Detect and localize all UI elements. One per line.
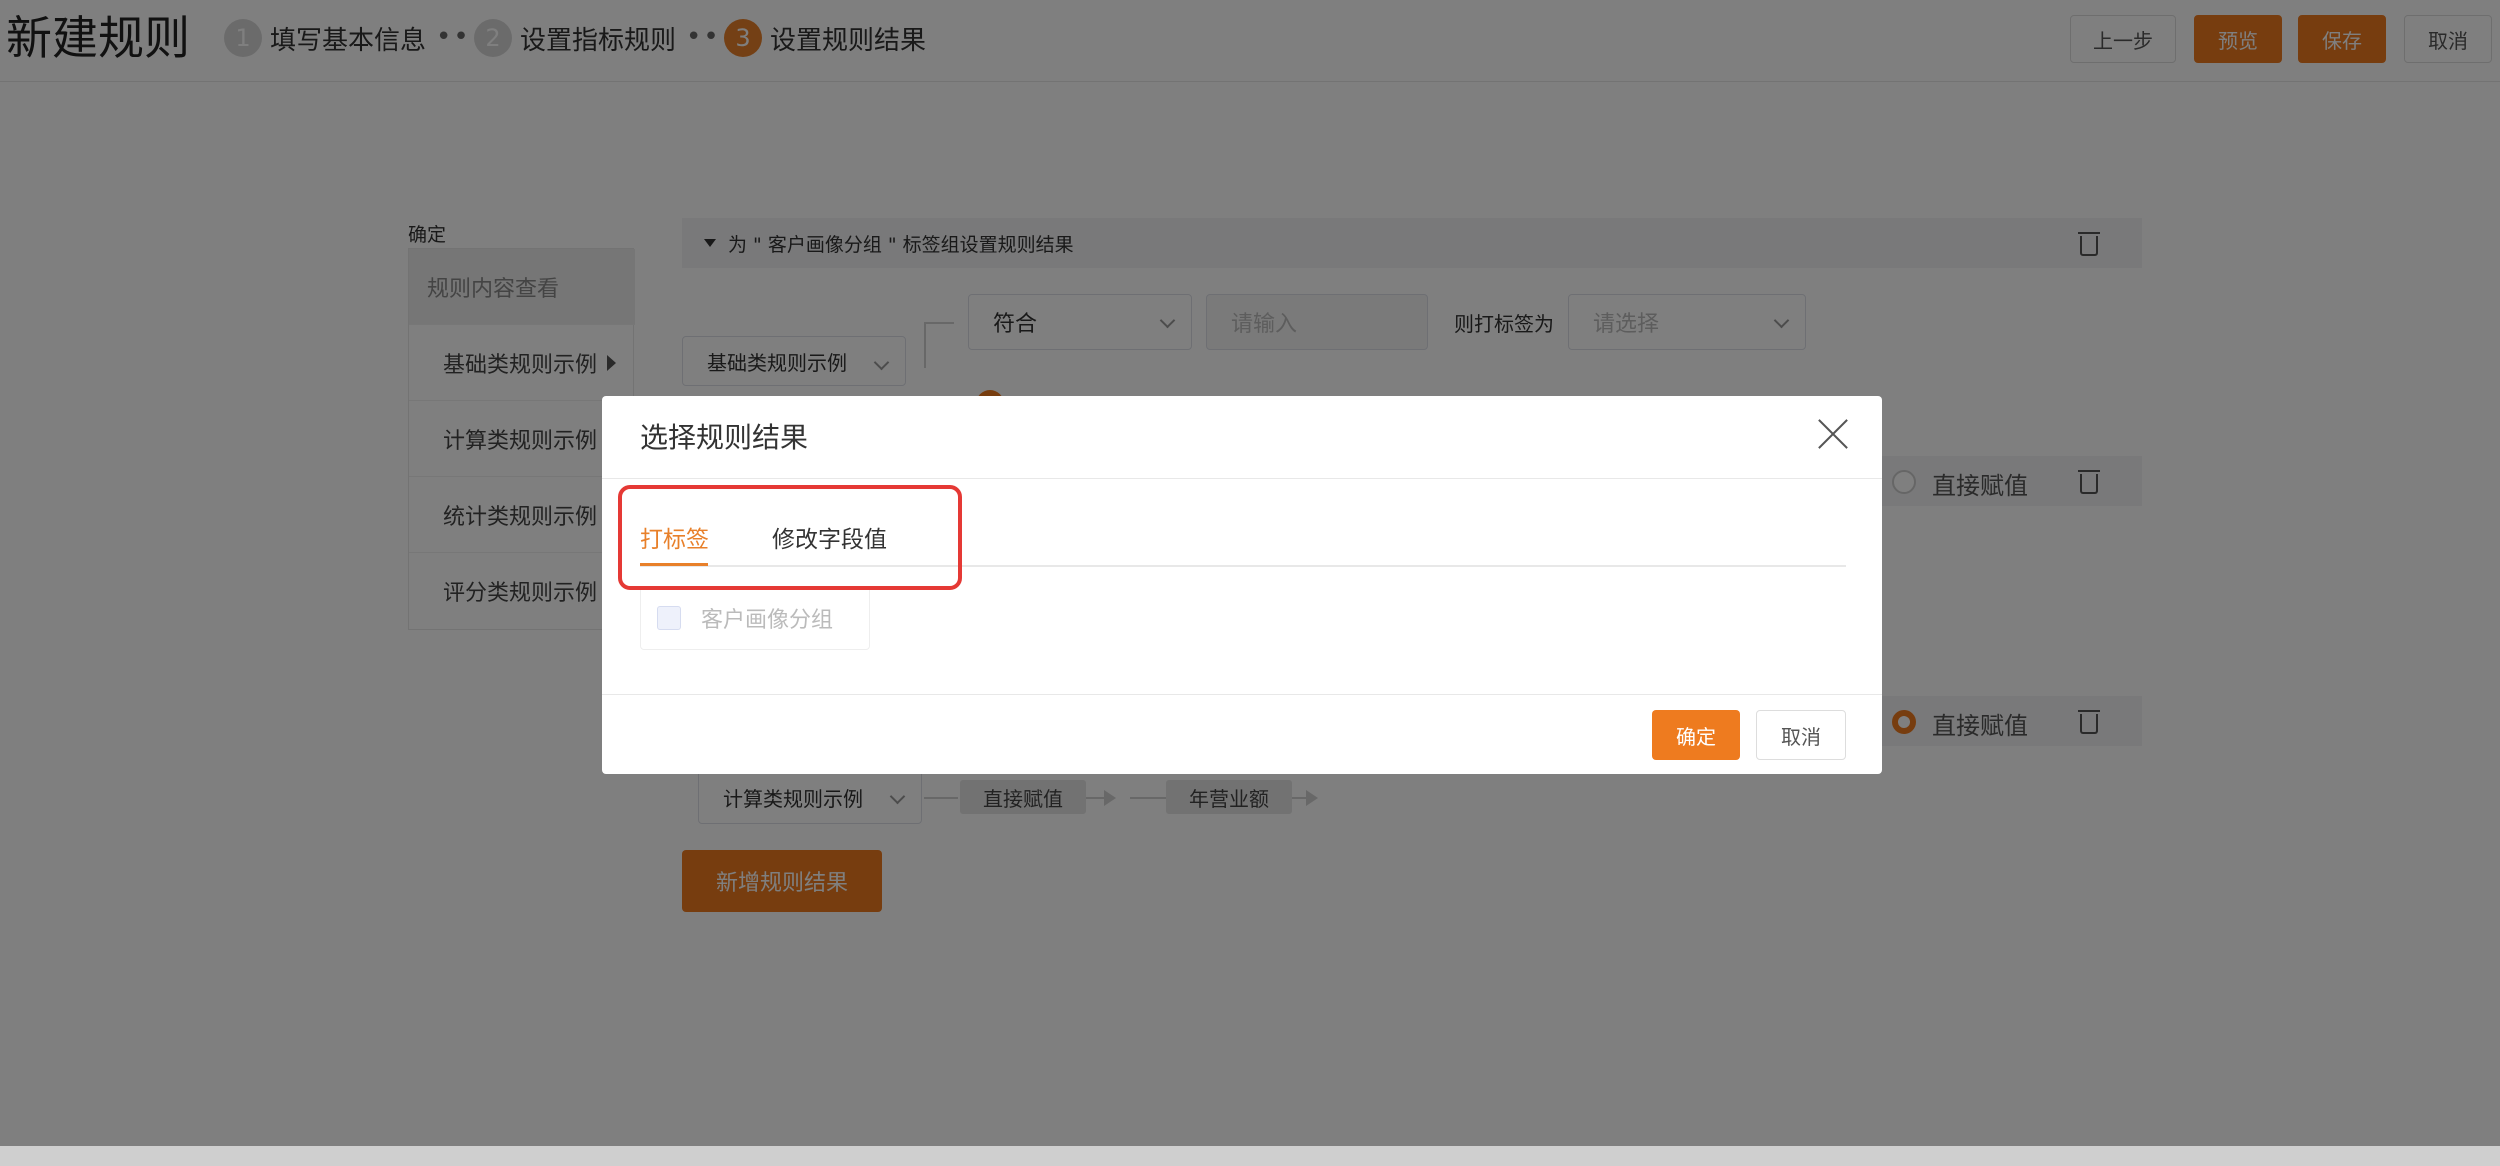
dialog-divider [602,478,1882,479]
dialog-title: 选择规则结果 [640,421,809,454]
dialog-footer-divider [602,694,1882,695]
checkbox[interactable] [657,606,681,630]
horizontal-scrollbar[interactable] [0,1146,2500,1166]
dialog-confirm-button[interactable]: 确定 [1652,710,1740,760]
close-icon[interactable] [1816,416,1850,450]
dialog-cancel-button[interactable]: 取消 [1756,710,1846,760]
tag-group-option[interactable]: 客户画像分组 [640,586,870,650]
tabs-highlight-box [618,485,962,590]
checkbox-label: 客户画像分组 [701,608,834,633]
